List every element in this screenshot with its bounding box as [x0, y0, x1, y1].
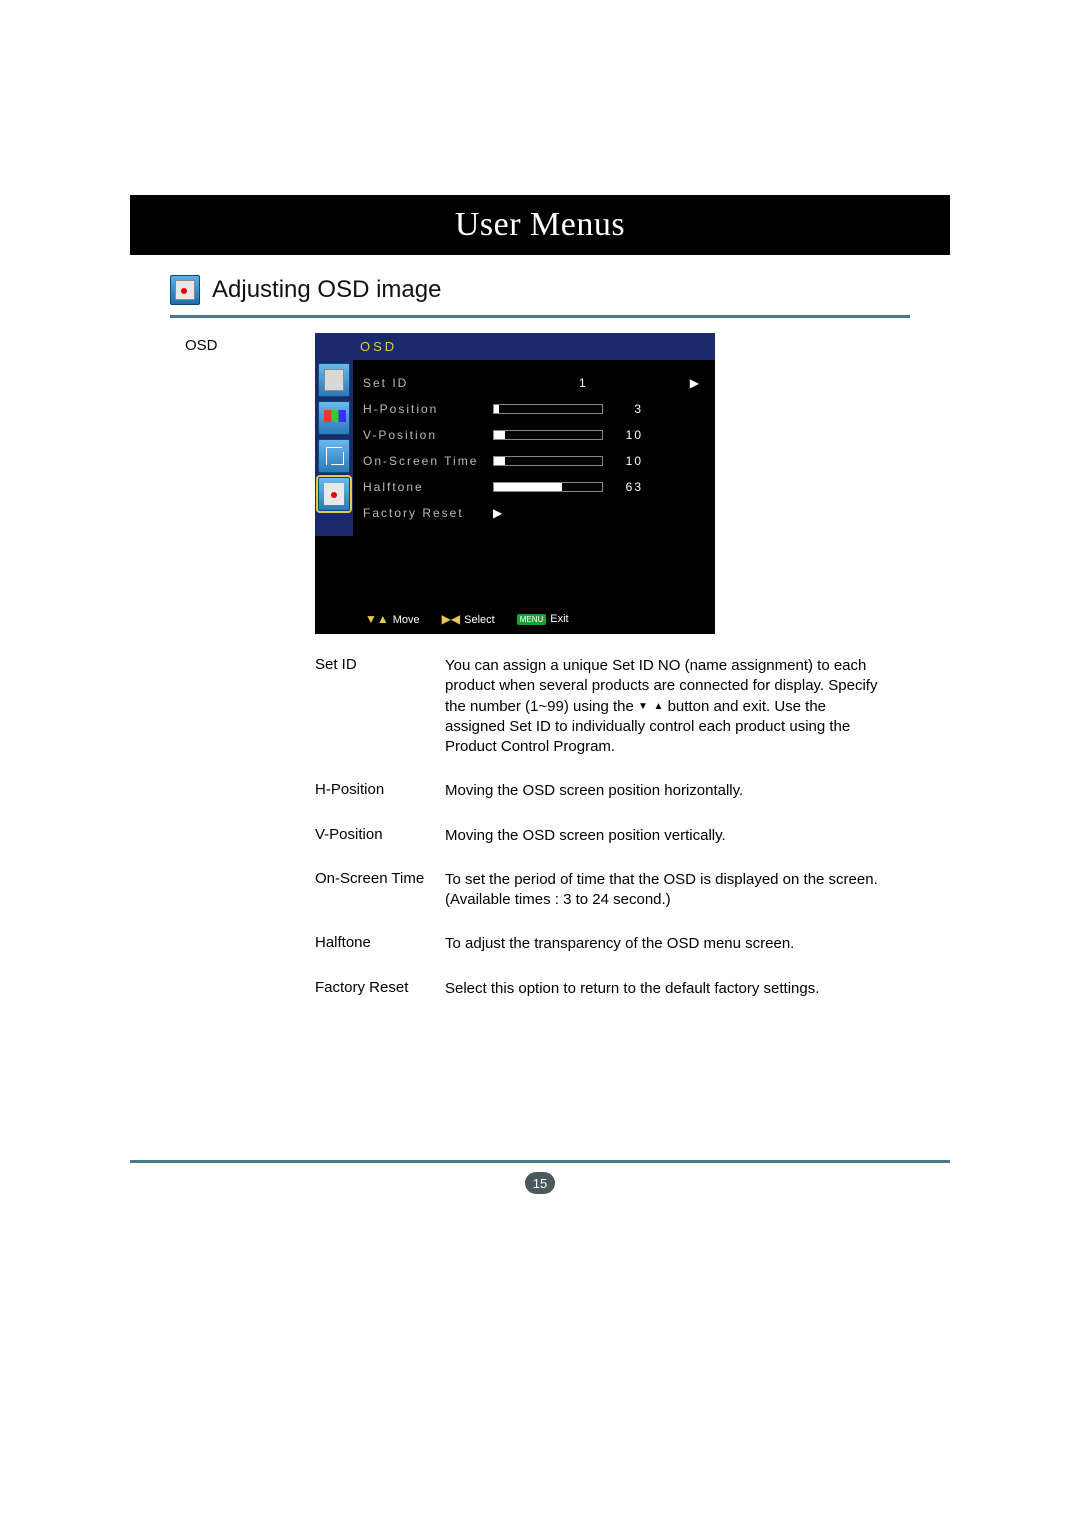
set-id-value: 1	[493, 376, 674, 390]
osd-footer: ▼▲Move ▶◀Select MENUExit	[315, 606, 715, 634]
arrow-right-icon[interactable]: ▶	[493, 506, 504, 520]
desc-label: Set ID	[315, 656, 445, 757]
desc-label: V-Position	[315, 826, 445, 846]
halftone-label: Halftone	[363, 480, 493, 494]
desc-row-factory-reset: Factory Reset Select this option to retu…	[315, 979, 950, 999]
desc-label: On-Screen Time	[315, 870, 445, 911]
on-screen-time-label: On-Screen Time	[363, 454, 493, 468]
desc-row-halftone: Halftone To adjust the transparency of t…	[315, 934, 950, 954]
v-position-value: 10	[613, 428, 643, 442]
h-position-label: H-Position	[363, 402, 493, 416]
color-tab-icon[interactable]	[318, 401, 350, 435]
menu-button-icon: MENU	[517, 614, 547, 625]
desc-label: H-Position	[315, 781, 445, 801]
desc-text: You can assign a unique Set ID NO (name …	[445, 656, 950, 757]
halftone-slider[interactable]	[493, 482, 603, 492]
osd-row-halftone[interactable]: Halftone 63	[363, 474, 701, 500]
desc-label: Halftone	[315, 934, 445, 954]
page-header: User Menus	[130, 195, 950, 255]
osd-tab-icon[interactable]	[318, 477, 350, 511]
osd-settings-icon	[170, 275, 200, 305]
up-down-icon: ▼▲	[365, 612, 389, 626]
down-up-button-icon: ▼ ▲	[638, 700, 663, 714]
osd-panel: OSD Set ID 1 ▶	[315, 333, 715, 634]
footer-select: ▶◀Select	[442, 612, 495, 626]
osd-row-v-position[interactable]: V-Position 10	[363, 422, 701, 448]
osd-row-set-id[interactable]: Set ID 1 ▶	[363, 370, 701, 396]
osd-row-factory-reset[interactable]: Factory Reset ▶	[363, 500, 701, 526]
footer-move: ▼▲Move	[365, 612, 420, 626]
factory-reset-label: Factory Reset	[363, 506, 493, 520]
descriptions: Set ID You can assign a unique Set ID NO…	[315, 656, 950, 999]
arrow-right-icon[interactable]: ▶	[690, 376, 701, 390]
page-header-title: User Menus	[455, 206, 625, 244]
set-id-label: Set ID	[363, 376, 493, 390]
desc-text: Moving the OSD screen position verticall…	[445, 826, 950, 846]
on-screen-time-value: 10	[613, 454, 643, 468]
halftone-value: 63	[613, 480, 643, 494]
h-position-value: 3	[613, 402, 643, 416]
footer-exit: MENUExit	[517, 613, 569, 625]
osd-sidebar	[315, 360, 353, 536]
desc-text: Moving the OSD screen position horizonta…	[445, 781, 950, 801]
on-screen-time-slider[interactable]	[493, 456, 603, 466]
picture-tab-icon[interactable]	[318, 363, 350, 397]
osd-panel-title: OSD	[315, 333, 715, 360]
left-label: OSD	[185, 333, 315, 1023]
section-title: Adjusting OSD image	[212, 276, 441, 304]
desc-label: Factory Reset	[315, 979, 445, 999]
desc-row-h-position: H-Position Moving the OSD screen positio…	[315, 781, 950, 801]
desc-text: To adjust the transparency of the OSD me…	[445, 934, 950, 954]
left-right-icon: ▶◀	[442, 612, 460, 626]
h-position-slider[interactable]	[493, 404, 603, 414]
desc-row-v-position: V-Position Moving the OSD screen positio…	[315, 826, 950, 846]
page-number: 15	[525, 1172, 555, 1194]
osd-row-h-position[interactable]: H-Position 3	[363, 396, 701, 422]
screen-tab-icon[interactable]	[318, 439, 350, 473]
bottom-divider	[130, 1160, 950, 1163]
desc-row-set-id: Set ID You can assign a unique Set ID NO…	[315, 656, 950, 757]
desc-text: Select this option to return to the defa…	[445, 979, 950, 999]
divider	[170, 315, 910, 318]
v-position-slider[interactable]	[493, 430, 603, 440]
desc-text: To set the period of time that the OSD i…	[445, 870, 950, 911]
osd-row-on-screen-time[interactable]: On-Screen Time 10	[363, 448, 701, 474]
v-position-label: V-Position	[363, 428, 493, 442]
desc-row-on-screen-time: On-Screen Time To set the period of time…	[315, 870, 950, 911]
